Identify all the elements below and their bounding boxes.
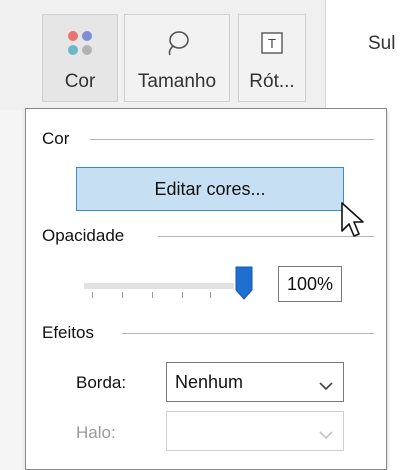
color-popup: Cor Editar cores... Opacidade 100% Efeit… <box>25 108 387 470</box>
color-dots-icon <box>67 29 93 57</box>
mouse-pointer-icon <box>340 201 366 246</box>
opacity-slider-thumb[interactable] <box>235 266 253 300</box>
text-label-glyph: T <box>268 36 276 51</box>
opacity-section-title: Opacidade <box>42 226 125 245</box>
slider-tick <box>210 292 211 298</box>
divider <box>90 139 374 140</box>
opacity-slider-track[interactable] <box>84 283 234 289</box>
size-lasso-icon <box>164 29 190 57</box>
text-label-icon: T <box>261 29 283 57</box>
chevron-down-icon <box>319 424 333 445</box>
color-section-title: Cor <box>42 129 70 148</box>
divider <box>122 333 374 334</box>
slider-tick <box>122 292 123 298</box>
chevron-down-icon <box>319 375 333 396</box>
size-button[interactable]: Tamanho <box>124 14 230 102</box>
slider-tick <box>152 292 153 298</box>
edit-colors-button[interactable]: Editar cores... <box>76 167 344 211</box>
effects-section-title: Efeitos <box>42 323 94 342</box>
halo-dropdown[interactable] <box>166 411 344 451</box>
halo-label: Halo: <box>76 423 116 442</box>
slider-tick <box>182 292 183 298</box>
slider-tick <box>92 292 93 298</box>
border-dropdown[interactable]: Nenhum <box>166 362 344 402</box>
color-button-label: Cor <box>64 71 96 92</box>
label-button[interactable]: T Rót... <box>238 14 306 102</box>
border-dropdown-value: Nenhum <box>175 371 244 392</box>
border-label: Borda: <box>76 373 127 392</box>
size-button-label: Tamanho <box>137 71 217 92</box>
color-button[interactable]: Cor <box>42 14 118 102</box>
label-button-label: Rót... <box>249 71 295 92</box>
shelf-text: Sul <box>368 33 396 54</box>
opacity-value-input[interactable]: 100% <box>278 266 342 302</box>
